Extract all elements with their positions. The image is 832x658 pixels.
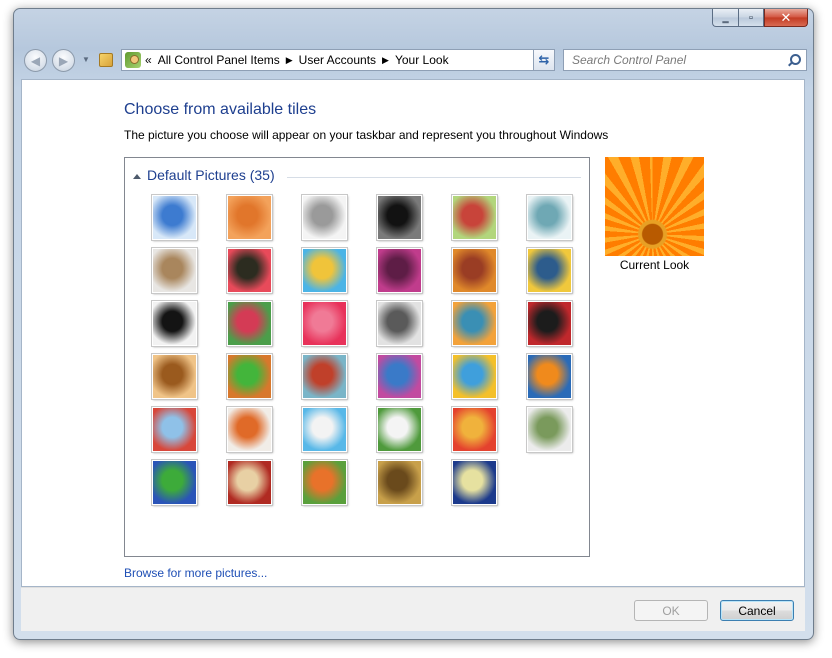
recent-pages-dropdown[interactable]: ▼: [82, 55, 90, 64]
tile-green-window[interactable]: [151, 459, 198, 506]
tile-jacks[interactable]: [376, 300, 423, 347]
tile-butterfly[interactable]: [301, 459, 348, 506]
forward-arrow-icon: ▶: [58, 53, 69, 68]
tile-rug-pattern[interactable]: [226, 459, 273, 506]
minimize-icon: ‗: [722, 11, 729, 24]
tile-soccer-ball[interactable]: [376, 406, 423, 453]
tile-wicker-spiral[interactable]: [376, 459, 423, 506]
content-pane: Choose from available tiles The picture …: [21, 79, 805, 587]
tile-lucky-cat[interactable]: [451, 194, 498, 241]
group-divider: [287, 177, 581, 178]
tile-yellow-leaf[interactable]: [526, 247, 573, 294]
tile-gyroscope[interactable]: [526, 194, 573, 241]
tile-ball[interactable]: [376, 247, 423, 294]
page-description: The picture you choose will appear on yo…: [124, 128, 609, 142]
breadcrumb-separator-icon[interactable]: ▶: [286, 55, 293, 66]
close-button[interactable]: ✕: [764, 9, 808, 27]
tile-kokeshi-doll[interactable]: [226, 406, 273, 453]
tile-border-collie[interactable]: [151, 300, 198, 347]
breadcrumb-all-control-panel-items[interactable]: All Control Panel Items: [158, 53, 280, 67]
refresh-button[interactable]: ⇆: [533, 49, 555, 71]
control-panel-window: ‗ ▫ ✕ ◀ ▶ ▼ « All Control Panel Items ▶ …: [13, 8, 814, 640]
tile-pomeranian[interactable]: [226, 353, 273, 400]
tile-sunflower[interactable]: [451, 353, 498, 400]
tile-turntable[interactable]: [376, 194, 423, 241]
current-picture: [605, 157, 704, 256]
search-input[interactable]: [570, 52, 788, 68]
search-box[interactable]: [563, 49, 807, 71]
tile-silk-scarves[interactable]: [376, 353, 423, 400]
forward-button[interactable]: ▶: [52, 49, 75, 72]
maximize-icon: ▫: [749, 11, 753, 24]
breadcrumb-your-look[interactable]: Your Look: [395, 53, 449, 67]
tile-tin-robot[interactable]: [301, 353, 348, 400]
tile-striped-fabric[interactable]: [451, 406, 498, 453]
minimize-button[interactable]: ‗: [712, 9, 738, 27]
address-bar[interactable]: « All Control Panel Items ▶ User Account…: [121, 49, 553, 71]
back-button[interactable]: ◀: [24, 49, 47, 72]
tile-pinwheel[interactable]: [301, 247, 348, 294]
caption-buttons: ‗ ▫ ✕: [712, 9, 808, 29]
up-level-icon[interactable]: [99, 53, 113, 67]
page-title: Choose from available tiles: [124, 101, 317, 118]
tile-red-star[interactable]: [301, 300, 348, 347]
tile-origami-crane[interactable]: [526, 300, 573, 347]
tile-fish[interactable]: [526, 353, 573, 400]
user-accounts-icon: [125, 52, 141, 68]
close-icon: ✕: [780, 9, 792, 25]
collapse-icon[interactable]: [133, 173, 141, 179]
current-look-label: Current Look: [619, 258, 690, 272]
tile-crayons[interactable]: [226, 300, 273, 347]
tile-hot-air-balloon[interactable]: [151, 406, 198, 453]
tile-guitar[interactable]: [151, 353, 198, 400]
tile-pink-flower[interactable]: [226, 247, 273, 294]
search-icon[interactable]: [788, 54, 801, 66]
group-header[interactable]: Default Pictures (35): [133, 167, 275, 183]
breadcrumb-user-accounts[interactable]: User Accounts: [299, 53, 376, 67]
cancel-button[interactable]: Cancel: [720, 600, 794, 621]
tile-marbles[interactable]: [526, 406, 573, 453]
tile-fabric[interactable]: [451, 247, 498, 294]
browse-more-pictures-link[interactable]: Browse for more pictures...: [124, 566, 267, 580]
group-label: Default Pictures (35): [147, 167, 275, 183]
ok-button[interactable]: OK: [634, 600, 708, 621]
tile-grid: [151, 194, 573, 506]
navigation-bar: ◀ ▶ ▼ « All Control Panel Items ▶ User A…: [22, 47, 807, 75]
tile-ferris-wheel[interactable]: [151, 194, 198, 241]
tile-lighthouse[interactable]: [451, 459, 498, 506]
tile-sailboat[interactable]: [301, 406, 348, 453]
breadcrumb-overflow[interactable]: «: [145, 53, 152, 67]
tile-robot-toy[interactable]: [301, 194, 348, 241]
tile-starfish[interactable]: [226, 194, 273, 241]
refresh-icon: ⇆: [538, 52, 550, 67]
picture-list[interactable]: Default Pictures (35): [124, 157, 590, 557]
maximize-button[interactable]: ▫: [738, 9, 764, 27]
tile-kitten[interactable]: [151, 247, 198, 294]
tile-stairs[interactable]: [451, 300, 498, 347]
breadcrumb-separator-icon[interactable]: ▶: [382, 55, 389, 66]
back-arrow-icon: ◀: [30, 53, 41, 68]
dialog-footer: OK Cancel: [21, 587, 805, 631]
